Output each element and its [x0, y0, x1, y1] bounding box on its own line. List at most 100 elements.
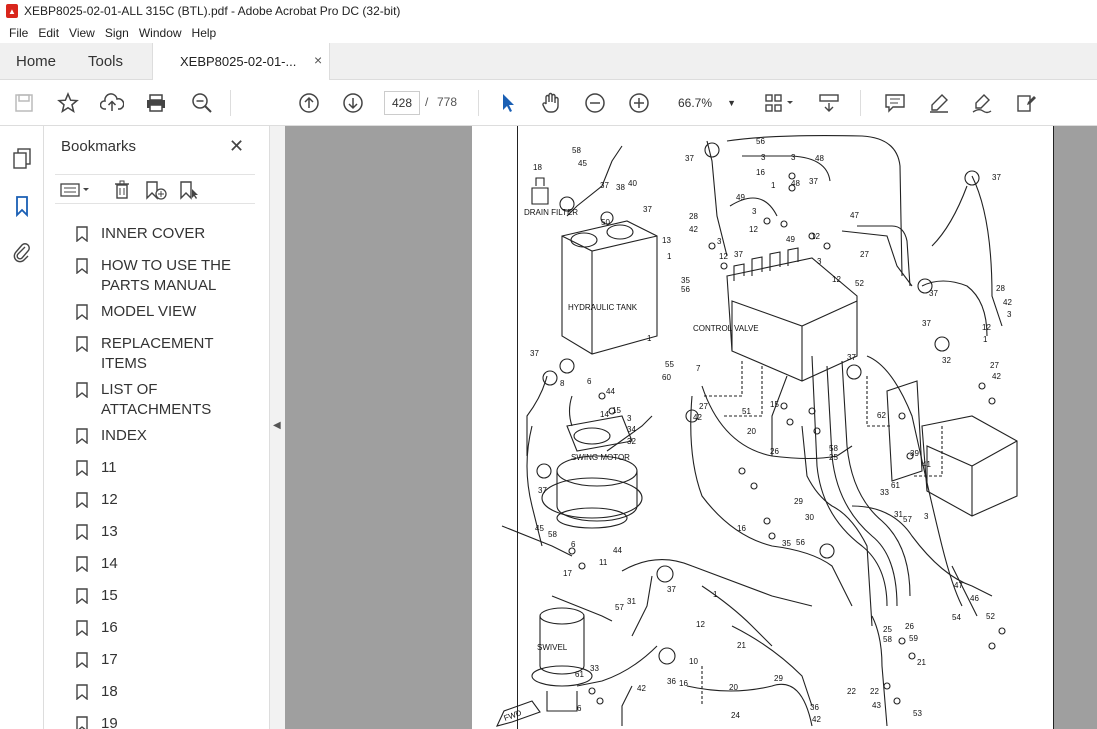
part-number: 57: [903, 515, 912, 524]
bookmark-item[interactable]: LIST OF ATTACHMENTS: [75, 380, 250, 420]
tab-home[interactable]: Home: [16, 43, 56, 80]
swing-motor-label: SWING MOTOR: [571, 453, 630, 462]
part-number: 3: [924, 512, 929, 521]
upload-cloud-icon[interactable]: [100, 92, 124, 114]
menu-window[interactable]: Window: [134, 26, 187, 40]
star-icon[interactable]: [56, 92, 80, 114]
comment-icon[interactable]: [883, 92, 907, 114]
part-number: 7: [696, 364, 701, 373]
bookmark-item[interactable]: 14: [75, 554, 250, 574]
page-thumbnails-icon[interactable]: [10, 146, 34, 170]
part-number: 42: [992, 372, 1001, 381]
part-number: 53: [913, 709, 922, 718]
part-number: 18: [533, 163, 542, 172]
part-number: 37: [922, 319, 931, 328]
bookmark-icon: [76, 620, 88, 636]
part-number: 62: [877, 411, 886, 420]
bookmark-icon: [76, 524, 88, 540]
zoom-out-icon[interactable]: [583, 92, 607, 114]
menu-file[interactable]: File: [4, 26, 33, 40]
sign-pen-icon[interactable]: [970, 92, 994, 114]
scroll-mode-icon[interactable]: [817, 92, 841, 114]
bookmark-item[interactable]: INDEX: [75, 426, 250, 446]
panel-close-icon[interactable]: ✕: [229, 136, 244, 157]
part-number: 14: [600, 410, 609, 419]
tab-document[interactable]: XEBP8025-02-01-... ×: [152, 43, 330, 81]
part-number: 48: [815, 154, 824, 163]
menu-sign[interactable]: Sign: [100, 26, 134, 40]
window-title: XEBP8025-02-01-ALL 315C (BTL).pdf - Adob…: [24, 4, 401, 18]
part-number: 11: [599, 558, 608, 567]
print-icon[interactable]: [144, 92, 168, 114]
bookmarks-icon[interactable]: [10, 194, 34, 218]
part-number: 58: [548, 530, 557, 539]
document-viewer[interactable]: DRAIN FILTER HYDRAULIC TANK CONTROL VALV…: [285, 126, 1097, 729]
part-number: 61: [575, 670, 584, 679]
menu-view[interactable]: View: [64, 26, 100, 40]
acrobat-pdf-icon: ▲: [6, 4, 18, 18]
highlight-pen-icon[interactable]: [927, 92, 951, 114]
control-valve-label: CONTROL VALVE: [693, 324, 759, 333]
bookmark-icon: [76, 716, 88, 729]
zoom-search-icon[interactable]: [190, 92, 214, 114]
part-number: 56: [756, 137, 765, 146]
hand-tool-icon[interactable]: [539, 92, 563, 114]
part-number: 1: [667, 252, 672, 261]
part-number: 38: [616, 183, 625, 192]
bookmark-item[interactable]: INNER COVER: [75, 224, 250, 244]
part-number: 47: [850, 211, 859, 220]
delete-bookmark-icon[interactable]: [111, 179, 133, 201]
tab-close-icon[interactable]: ×: [314, 52, 322, 68]
part-number: 12: [811, 232, 820, 241]
part-number: 56: [681, 285, 690, 294]
menu-help[interactable]: Help: [187, 26, 222, 40]
select-cursor-icon[interactable]: [496, 92, 520, 114]
part-number: 17: [563, 569, 572, 578]
bookmark-item[interactable]: 13: [75, 522, 250, 542]
zoom-level-dropdown[interactable]: 66.7% ▼: [670, 91, 742, 115]
previous-page-icon[interactable]: [297, 92, 321, 114]
zoom-in-icon[interactable]: [627, 92, 651, 114]
part-number: 47: [954, 581, 963, 590]
bookmark-label: 19: [101, 715, 118, 729]
bookmark-icon: [76, 652, 88, 668]
tab-document-label: XEBP8025-02-01-...: [180, 54, 297, 69]
next-page-icon[interactable]: [341, 92, 365, 114]
menu-edit[interactable]: Edit: [33, 26, 64, 40]
bookmark-item[interactable]: HOW TO USE THE PARTS MANUAL: [75, 256, 250, 296]
part-number: 48: [791, 179, 800, 188]
bookmark-item[interactable]: REPLACEMENT ITEMS: [75, 334, 250, 374]
part-number: 45: [535, 524, 544, 533]
new-bookmark-icon[interactable]: [145, 179, 167, 201]
bookmark-options-icon[interactable]: [59, 179, 93, 201]
toolbar-divider: [478, 90, 479, 116]
part-number: 3: [752, 207, 757, 216]
bookmark-search-icon[interactable]: [179, 179, 201, 201]
part-number: 8: [560, 379, 565, 388]
edit-pdf-icon[interactable]: [1014, 92, 1038, 114]
main-toolbar: 428 / 778 66.7% ▼: [0, 80, 1097, 126]
tab-tools[interactable]: Tools: [88, 43, 123, 80]
bookmark-item[interactable]: MODEL VIEW: [75, 302, 250, 322]
bookmark-item[interactable]: 15: [75, 586, 250, 606]
page-display-icon[interactable]: [762, 92, 796, 114]
part-number: 32: [627, 437, 636, 446]
bookmark-item[interactable]: 18: [75, 682, 250, 702]
part-number: 45: [578, 159, 587, 168]
bookmark-item[interactable]: 19: [75, 714, 250, 729]
bookmarks-panel: Bookmarks ✕ INNER COVER HOW TO USE THE P…: [45, 126, 303, 729]
panel-collapse-handle[interactable]: ◀: [270, 126, 285, 729]
page-number-input[interactable]: 428: [384, 91, 420, 115]
bookmark-item[interactable]: 12: [75, 490, 250, 510]
bookmark-item[interactable]: 17: [75, 650, 250, 670]
bookmark-label: INNER COVER: [101, 225, 206, 242]
bookmark-label: 18: [101, 683, 118, 700]
attachments-icon[interactable]: [10, 240, 34, 264]
part-number: 37: [847, 353, 856, 362]
part-number: 37: [734, 250, 743, 259]
save-icon[interactable]: [12, 92, 36, 114]
bookmark-item[interactable]: 11: [75, 458, 250, 478]
bookmark-label: INDEX: [101, 427, 147, 444]
bookmark-item[interactable]: 16: [75, 618, 250, 638]
part-number: 55: [665, 360, 674, 369]
